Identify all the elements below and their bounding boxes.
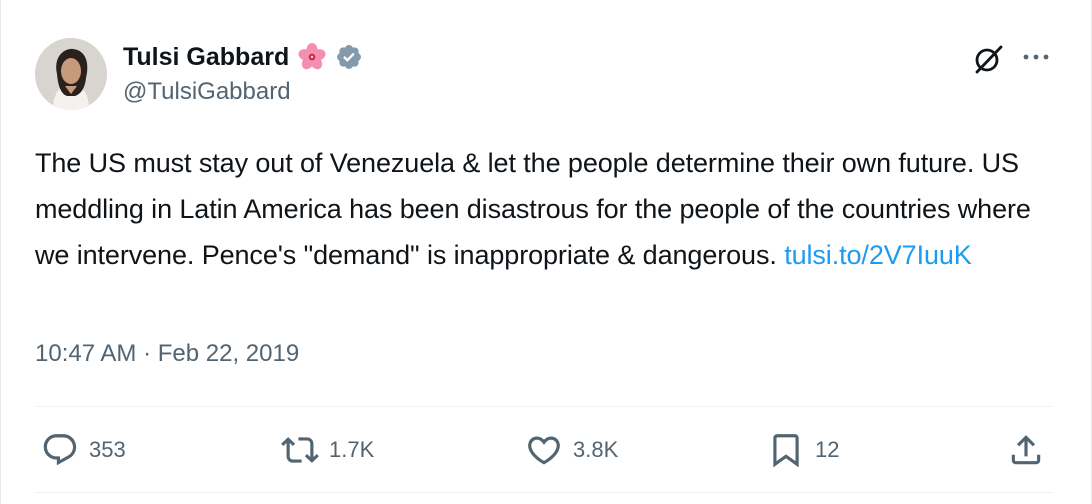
tweet-text: The US must stay out of Venezuela & let …	[35, 140, 1055, 278]
handle[interactable]: @TulsiGabbard	[123, 78, 291, 106]
repost-count: 1.7K	[329, 437, 375, 462]
like-button[interactable]: 3.8K	[525, 430, 618, 470]
bookmark-icon	[773, 434, 799, 468]
reply-count: 353	[89, 437, 126, 462]
repost-icon	[281, 437, 319, 463]
reply-icon	[43, 434, 77, 466]
share-button[interactable]	[1007, 430, 1045, 470]
bottom-divider	[35, 492, 1053, 493]
avatar[interactable]	[35, 38, 107, 110]
more-icon[interactable]	[1019, 44, 1053, 74]
tweet-link[interactable]: tulsi.to/2V7IuuK	[784, 240, 972, 270]
display-name[interactable]: Tulsi Gabbard	[123, 43, 289, 72]
divider	[35, 406, 1053, 407]
like-icon	[528, 436, 560, 465]
avatar-image	[35, 38, 107, 110]
share-icon	[1011, 435, 1041, 465]
repost-button[interactable]: 1.7K	[281, 430, 374, 470]
name-row: Tulsi Gabbard	[123, 40, 363, 74]
hibiscus-flower-icon	[297, 42, 327, 72]
timestamp[interactable]: 10:47 AM · Feb 22, 2019	[35, 340, 299, 368]
like-count: 3.8K	[573, 437, 619, 462]
reply-button[interactable]: 353	[41, 430, 126, 470]
tweet-card: Tulsi Gabbard @TulsiGabbard The US must …	[0, 0, 1092, 504]
bookmark-button[interactable]: 12	[767, 430, 839, 470]
verified-badge-icon[interactable]	[335, 43, 363, 71]
grok-icon[interactable]	[971, 42, 1005, 76]
bookmark-count: 12	[815, 437, 840, 462]
